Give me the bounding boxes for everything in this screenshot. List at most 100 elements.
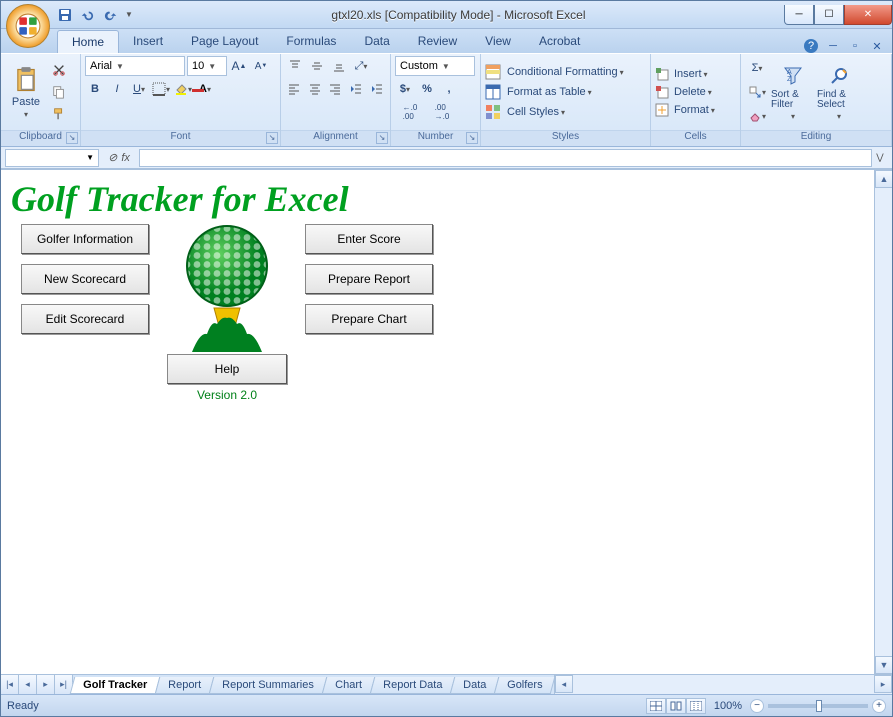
minimize-button[interactable]: ─ bbox=[784, 5, 814, 25]
align-middle-icon[interactable] bbox=[307, 56, 327, 76]
font-name-combo[interactable]: Arial▼ bbox=[85, 56, 185, 76]
fx-icon[interactable]: ⊘ fx bbox=[99, 151, 139, 164]
scroll-right-icon[interactable]: ▸ bbox=[874, 675, 892, 693]
align-right-icon[interactable] bbox=[326, 79, 345, 99]
zoom-out-icon[interactable]: − bbox=[750, 699, 764, 713]
page-layout-view-icon[interactable] bbox=[666, 698, 686, 714]
font-color-icon[interactable]: A▾ bbox=[195, 79, 215, 99]
underline-icon[interactable]: U▾ bbox=[129, 79, 149, 99]
copy-icon[interactable] bbox=[49, 82, 69, 102]
align-bottom-icon[interactable] bbox=[329, 56, 349, 76]
increase-decimal-icon[interactable]: ←.0.00 bbox=[395, 102, 425, 122]
golfer-information-button[interactable]: Golfer Information bbox=[21, 224, 149, 254]
zoom-slider[interactable] bbox=[768, 704, 868, 708]
worksheet-area[interactable]: Golf Tracker for Excel Golfer Informatio… bbox=[1, 170, 874, 674]
page-break-view-icon[interactable] bbox=[686, 698, 706, 714]
scroll-up-icon[interactable]: ▲ bbox=[875, 170, 892, 188]
fill-icon[interactable]: ▾ bbox=[745, 82, 769, 102]
sheet-tab-report-data[interactable]: Report Data bbox=[370, 677, 456, 694]
zoom-level[interactable]: 100% bbox=[714, 700, 742, 712]
sheet-tab-golfers[interactable]: Golfers bbox=[494, 677, 556, 694]
normal-view-icon[interactable] bbox=[646, 698, 666, 714]
prepare-report-button[interactable]: Prepare Report bbox=[305, 264, 433, 294]
undo-icon[interactable] bbox=[77, 5, 97, 25]
help-button[interactable]: Help bbox=[167, 354, 287, 384]
grow-font-icon[interactable]: A▲ bbox=[229, 56, 249, 76]
orientation-icon[interactable]: ⤢▾ bbox=[351, 56, 371, 76]
align-left-icon[interactable] bbox=[285, 79, 304, 99]
horizontal-scrollbar[interactable]: ◂ ▸ bbox=[554, 675, 892, 694]
format-cells-button[interactable]: Format▾ bbox=[655, 103, 715, 117]
tab-acrobat[interactable]: Acrobat bbox=[525, 30, 594, 53]
next-sheet-icon[interactable]: ▸ bbox=[37, 675, 55, 694]
clear-icon[interactable]: ▾ bbox=[745, 106, 769, 126]
percent-icon[interactable]: % bbox=[417, 79, 437, 99]
edit-scorecard-button[interactable]: Edit Scorecard bbox=[21, 304, 149, 334]
close-workbook-icon[interactable]: ✕ bbox=[870, 39, 884, 53]
tab-page-layout[interactable]: Page Layout bbox=[177, 30, 272, 53]
number-format-combo[interactable]: Custom▼ bbox=[395, 56, 475, 76]
scroll-left-icon[interactable]: ◂ bbox=[555, 675, 573, 693]
format-as-table-button[interactable]: Format as Table▾ bbox=[485, 84, 624, 100]
font-size-combo[interactable]: 10▼ bbox=[187, 56, 227, 76]
increase-indent-icon[interactable] bbox=[367, 79, 386, 99]
autosum-icon[interactable]: Σ▾ bbox=[745, 58, 769, 78]
font-dialog-icon[interactable]: ↘ bbox=[266, 132, 278, 144]
find-select-button[interactable]: Find & Select▾ bbox=[817, 56, 861, 128]
sheet-tab-chart[interactable]: Chart bbox=[322, 677, 375, 694]
close-button[interactable]: ✕ bbox=[844, 5, 892, 25]
redo-icon[interactable] bbox=[101, 5, 121, 25]
italic-icon[interactable]: I bbox=[107, 79, 127, 99]
cell-styles-button[interactable]: Cell Styles▾ bbox=[485, 104, 624, 120]
tab-review[interactable]: Review bbox=[404, 30, 471, 53]
app-window: ▼ gtxl20.xls [Compatibility Mode] - Micr… bbox=[0, 0, 893, 717]
save-icon[interactable] bbox=[57, 7, 73, 23]
tab-data[interactable]: Data bbox=[350, 30, 403, 53]
expand-formula-bar-icon[interactable]: ⋁ bbox=[872, 152, 888, 163]
restore-window-icon[interactable]: ▫ bbox=[848, 39, 862, 53]
maximize-button[interactable]: ☐ bbox=[814, 5, 844, 25]
vertical-scrollbar[interactable]: ▲ ▼ bbox=[874, 170, 892, 674]
sheet-tab-report-summaries[interactable]: Report Summaries bbox=[209, 677, 327, 694]
conditional-formatting-button[interactable]: Conditional Formatting▾ bbox=[485, 64, 624, 80]
alignment-dialog-icon[interactable]: ↘ bbox=[376, 132, 388, 144]
sheet-tab-data[interactable]: Data bbox=[450, 677, 500, 694]
border-icon[interactable]: ▾ bbox=[151, 79, 171, 99]
enter-score-button[interactable]: Enter Score bbox=[305, 224, 433, 254]
fill-color-icon[interactable]: ▾ bbox=[173, 79, 193, 99]
first-sheet-icon[interactable]: |◂ bbox=[1, 675, 19, 694]
number-dialog-icon[interactable]: ↘ bbox=[466, 132, 478, 144]
tab-formulas[interactable]: Formulas bbox=[272, 30, 350, 53]
decrease-decimal-icon[interactable]: .00→.0 bbox=[427, 102, 457, 122]
decrease-indent-icon[interactable] bbox=[347, 79, 366, 99]
qat-customize-icon[interactable]: ▼ bbox=[125, 10, 133, 19]
prepare-chart-button[interactable]: Prepare Chart bbox=[305, 304, 433, 334]
currency-icon[interactable]: $▾ bbox=[395, 79, 415, 99]
format-painter-icon[interactable] bbox=[49, 104, 69, 124]
scroll-down-icon[interactable]: ▼ bbox=[875, 656, 892, 674]
clipboard-dialog-icon[interactable]: ↘ bbox=[66, 132, 78, 144]
comma-icon[interactable]: , bbox=[439, 79, 459, 99]
formula-input[interactable] bbox=[139, 149, 872, 167]
sheet-tab-report[interactable]: Report bbox=[155, 677, 215, 694]
sort-filter-button[interactable]: AZ Sort & Filter▾ bbox=[771, 56, 815, 128]
tab-view[interactable]: View bbox=[471, 30, 525, 53]
sheet-tab-golf-tracker[interactable]: Golf Tracker bbox=[70, 677, 161, 694]
bold-icon[interactable]: B bbox=[85, 79, 105, 99]
help-icon[interactable]: ? bbox=[804, 39, 818, 53]
tab-home[interactable]: Home bbox=[57, 30, 119, 53]
insert-cells-button[interactable]: Insert▾ bbox=[655, 67, 715, 81]
shrink-font-icon[interactable]: A▼ bbox=[251, 56, 271, 76]
cut-icon[interactable] bbox=[49, 60, 69, 80]
align-top-icon[interactable] bbox=[285, 56, 305, 76]
paste-button[interactable]: Paste ▾ bbox=[5, 56, 47, 128]
tab-insert[interactable]: Insert bbox=[119, 30, 177, 53]
zoom-in-icon[interactable]: + bbox=[872, 699, 886, 713]
delete-cells-button[interactable]: Delete▾ bbox=[655, 85, 715, 99]
minimize-ribbon-icon[interactable]: ─ bbox=[826, 39, 840, 53]
new-scorecard-button[interactable]: New Scorecard bbox=[21, 264, 149, 294]
prev-sheet-icon[interactable]: ◂ bbox=[19, 675, 37, 694]
name-box[interactable]: ▼ bbox=[5, 149, 99, 167]
office-button[interactable] bbox=[6, 4, 50, 48]
align-center-icon[interactable] bbox=[306, 79, 325, 99]
